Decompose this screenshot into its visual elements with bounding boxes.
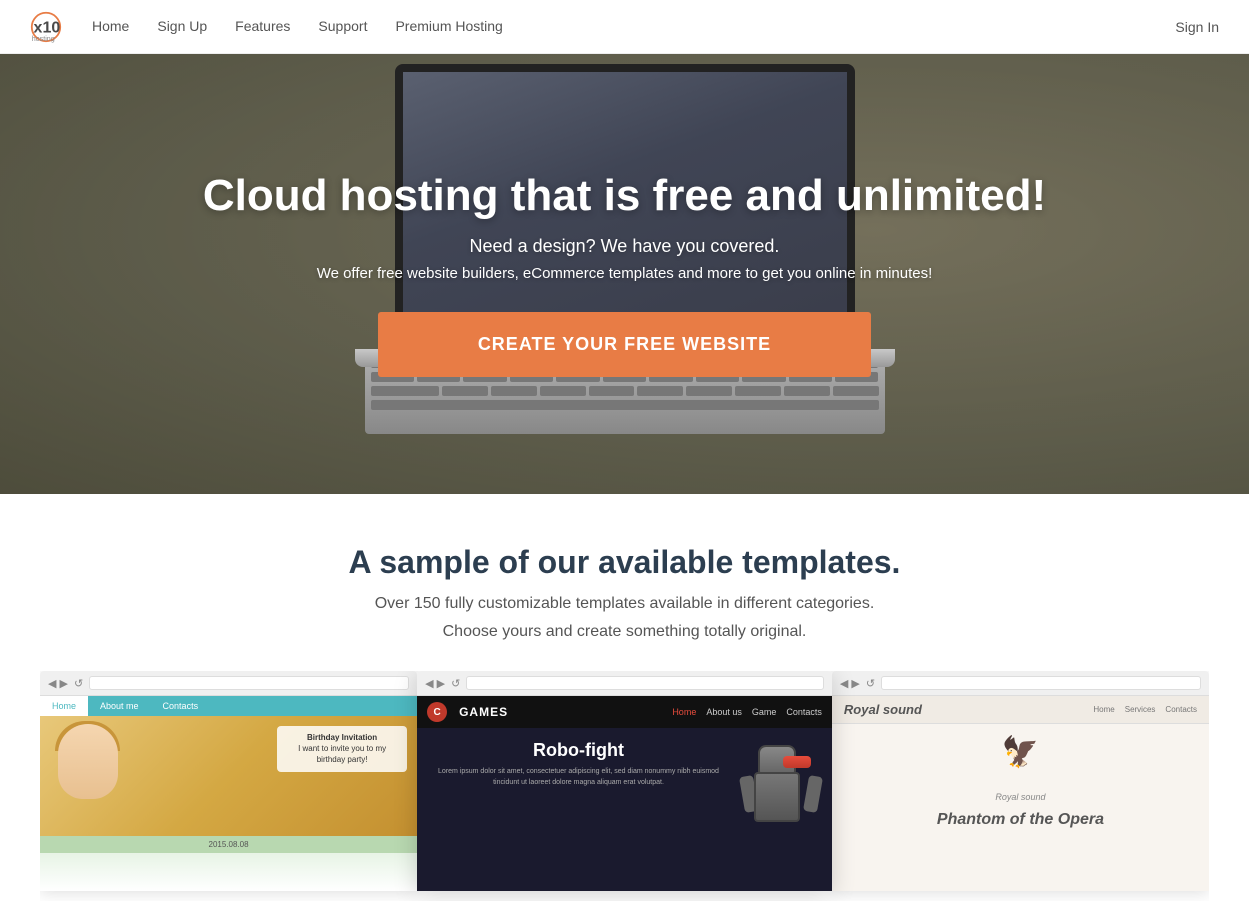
games-nav-home: Home (672, 707, 696, 717)
hero-subtitle: Need a design? We have you covered. (203, 236, 1046, 257)
templates-subtitle: Over 150 fully customizable templates av… (40, 595, 1209, 613)
template-preview-royal[interactable]: ◀ ▶ ↺ Royal sound Home Services Contacts (832, 671, 1209, 891)
royal-hero-area: 🦅 Royal sound Phantom of the Opera (832, 724, 1209, 839)
nav-features[interactable]: Features (235, 18, 290, 34)
birthday-face (58, 724, 118, 799)
browser-nav-royal: ◀ ▶ (840, 677, 860, 690)
birthday-invitation-text: Birthday Invitation I want to invite you… (277, 726, 407, 772)
sign-in-link[interactable]: Sign In (1175, 19, 1219, 35)
bday-nav-home: Home (40, 696, 88, 716)
royal-content: Royal sound Home Services Contacts 🦅 Roy… (832, 696, 1209, 891)
games-hero-area: Robo-fight Lorem ipsum dolor sit amet, c… (417, 728, 832, 872)
hero-description: We offer free website builders, eCommerc… (203, 265, 1046, 282)
games-robot-illustration (740, 740, 820, 860)
create-website-button[interactable]: CREATE YOUR FREE WEBSITE (378, 312, 871, 377)
royal-phantom-title: Phantom of the Opera (844, 810, 1197, 831)
royal-nav-links: Home Services Contacts (1093, 705, 1197, 714)
nav-support[interactable]: Support (318, 18, 367, 34)
games-nav-links: Home About us Game Contacts (672, 707, 822, 717)
nav-links: Home Sign Up Features Support Premium Ho… (92, 18, 503, 36)
browser-nav-games: ◀ ▶ (425, 677, 445, 690)
browser-bar-royal: ◀ ▶ ↺ (832, 671, 1209, 696)
hero-section: Cloud hosting that is free and unlimited… (0, 54, 1249, 494)
navbar: x10 hosting Home Sign Up Features Suppor… (0, 0, 1249, 54)
royal-template: Royal sound Home Services Contacts 🦅 Roy… (832, 696, 1209, 891)
games-robo-desc: Lorem ipsum dolor sit amet, consectetuer… (429, 767, 728, 788)
royal-nav-home: Home (1093, 705, 1114, 714)
browser-refresh-birthday: ↺ (74, 677, 83, 690)
royal-eagle-logo: 🦅 (996, 738, 1044, 786)
games-template: C GAMES Home About us Game Contacts Robo… (417, 696, 832, 891)
royal-nav-contacts: Contacts (1165, 705, 1197, 714)
royal-nav-services: Services (1125, 705, 1156, 714)
hero-content: Cloud hosting that is free and unlimited… (183, 171, 1066, 377)
nav-home[interactable]: Home (92, 18, 129, 34)
royal-nav: Royal sound Home Services Contacts (832, 696, 1209, 724)
browser-nav-birthday: ◀ ▶ (48, 677, 68, 690)
nav-signup[interactable]: Sign Up (157, 18, 207, 34)
games-nav-about: About us (706, 707, 742, 717)
templates-section: A sample of our available templates. Ove… (0, 494, 1249, 901)
bday-nav-about: About me (88, 696, 151, 716)
robot-body (754, 772, 800, 822)
svg-text:x10: x10 (34, 19, 61, 36)
template-previews-container: ◀ ▶ ↺ Home About me Contacts Birthday (40, 671, 1209, 901)
nav-premium[interactable]: Premium Hosting (395, 18, 502, 34)
royal-sound-tagline: Royal sound (844, 792, 1197, 802)
birthday-content: Home About me Contacts Birthday Invitati… (40, 696, 417, 891)
games-brand-label: GAMES (459, 705, 508, 719)
template-preview-games[interactable]: ◀ ▶ ↺ C GAMES Home About us Game Contact… (417, 671, 832, 891)
template-preview-birthday[interactable]: ◀ ▶ ↺ Home About me Contacts Birthday (40, 671, 417, 891)
games-nav-contacts: Contacts (786, 707, 822, 717)
browser-refresh-games: ↺ (451, 677, 460, 690)
games-logo: C (427, 702, 447, 722)
robot-arm-right (803, 775, 823, 813)
birthday-hero-image: Birthday Invitation I want to invite you… (40, 716, 417, 836)
games-robo-title: Robo-fight (429, 740, 728, 761)
hero-title: Cloud hosting that is free and unlimited… (203, 171, 1046, 222)
robot-head (758, 745, 796, 775)
browser-bar-games: ◀ ▶ ↺ (417, 671, 832, 696)
templates-title: A sample of our available templates. (40, 544, 1209, 581)
games-nav-game: Game (752, 707, 777, 717)
svg-text:hosting: hosting (32, 35, 55, 43)
browser-bar-birthday: ◀ ▶ ↺ (40, 671, 417, 696)
games-text-block: Robo-fight Lorem ipsum dolor sit amet, c… (429, 740, 728, 860)
royal-brand-label: Royal sound (844, 702, 922, 717)
logo[interactable]: x10 hosting (30, 11, 62, 43)
games-nav: C GAMES Home About us Game Contacts (417, 696, 832, 728)
bday-nav-contacts: Contacts (151, 696, 211, 716)
templates-sub2: Choose yours and create something totall… (40, 623, 1209, 641)
robot-visor (783, 756, 811, 768)
birthday-template: Home About me Contacts Birthday Invitati… (40, 696, 417, 891)
logo-icon: x10 hosting (30, 11, 62, 43)
games-content: C GAMES Home About us Game Contacts Robo… (417, 696, 832, 891)
royal-eagle-icon: 🦅 (996, 738, 1044, 768)
navbar-left: x10 hosting Home Sign Up Features Suppor… (30, 11, 503, 43)
birthday-nav: Home About me Contacts (40, 696, 417, 716)
browser-refresh-royal: ↺ (866, 677, 875, 690)
